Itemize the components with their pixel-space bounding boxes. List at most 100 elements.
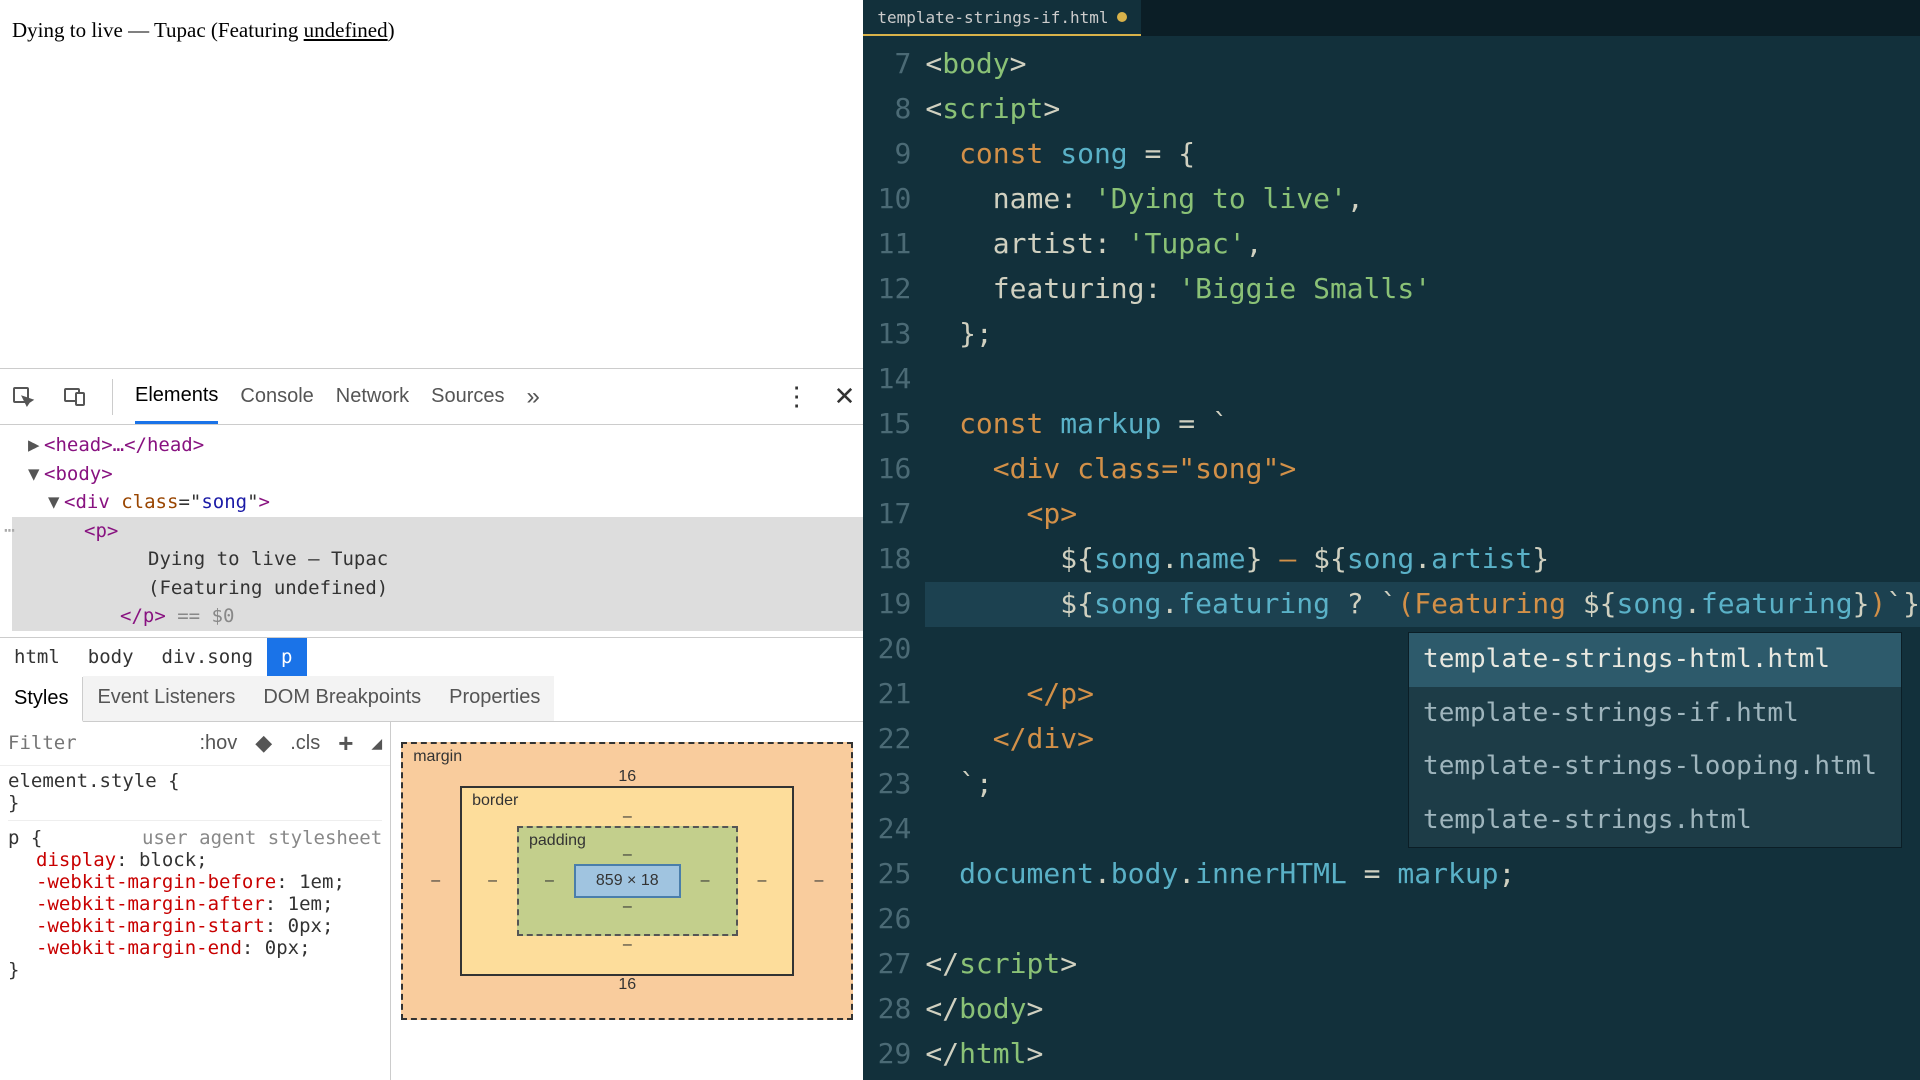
code-line[interactable]: </html> — [925, 1032, 1920, 1077]
editor-body[interactable]: 7891011121314151617181920212223242526272… — [863, 36, 1920, 1080]
editor-tabs: template-strings-if.html — [863, 0, 1920, 36]
code-line[interactable]: name: 'Dying to live', — [925, 177, 1920, 222]
code-line[interactable]: <script> — [925, 87, 1920, 132]
css-declaration[interactable]: -webkit-margin-end: 0px; — [8, 937, 382, 959]
stab-styles[interactable]: Styles — [0, 677, 83, 722]
breadcrumb: html body div.song p — [0, 637, 863, 676]
line-number: 7 — [863, 42, 911, 87]
line-number: 26 — [863, 897, 911, 942]
line-number: 25 — [863, 852, 911, 897]
code-line[interactable]: ${song.name} — ${song.artist} — [925, 537, 1920, 582]
css-declaration[interactable]: -webkit-margin-after: 1em; — [8, 893, 382, 915]
line-number: 11 — [863, 222, 911, 267]
line-number: 27 — [863, 942, 911, 987]
more-tabs-icon[interactable]: » — [527, 383, 540, 411]
code-line[interactable]: document.body.innerHTML = markup; — [925, 852, 1920, 897]
devtools-panel: Elements Console Network Sources » ⋮ ✕ ▶… — [0, 368, 863, 1080]
autocomplete-popup[interactable]: template-strings-html.htmltemplate-strin… — [1408, 632, 1902, 848]
line-number: 28 — [863, 987, 911, 1032]
tab-sources[interactable]: Sources — [431, 371, 504, 422]
autocomplete-item[interactable]: template-strings-if.html — [1409, 687, 1901, 741]
stab-event-listeners[interactable]: Event Listeners — [83, 676, 249, 721]
hov-toggle[interactable]: :hov — [199, 732, 237, 755]
toolbar-divider — [112, 379, 113, 415]
page-text-before: Dying to live — Tupac (Featuring — [12, 18, 304, 42]
line-gutter: 7891011121314151617181920212223242526272… — [863, 42, 925, 1080]
crumb-div[interactable]: div.song — [148, 638, 268, 676]
line-number: 10 — [863, 177, 911, 222]
line-number: 21 — [863, 672, 911, 717]
tree-body[interactable]: <body> — [44, 463, 113, 485]
line-number: 16 — [863, 447, 911, 492]
code-line[interactable]: <div class="song"> — [925, 447, 1920, 492]
line-number: 12 — [863, 267, 911, 312]
styles-filter-row: :hov ◆ .cls + ◢ — [0, 722, 390, 766]
css-declaration[interactable]: -webkit-margin-before: 1em; — [8, 871, 382, 893]
code-line[interactable]: <p> — [925, 492, 1920, 537]
tree-selected-p[interactable]: ⋯ <p> Dying to live — Tupac (Featuring u… — [12, 517, 863, 631]
code-editor: template-strings-if.html 789101112131415… — [863, 0, 1920, 1080]
line-number: 19 — [863, 582, 911, 627]
box-model-content: 859 × 18 — [574, 864, 681, 898]
tab-console[interactable]: Console — [240, 371, 313, 422]
code-line[interactable]: <body> — [925, 42, 1920, 87]
rendered-page: Dying to live — Tupac (Featuring undefin… — [0, 0, 863, 368]
stab-dom-breakpoints[interactable]: DOM Breakpoints — [249, 676, 435, 721]
code-line[interactable]: featuring: 'Biggie Smalls' — [925, 267, 1920, 312]
line-number: 8 — [863, 87, 911, 132]
code-line[interactable]: artist: 'Tupac', — [925, 222, 1920, 267]
autocomplete-item[interactable]: template-strings-looping.html — [1409, 740, 1901, 794]
code-line[interactable] — [925, 897, 1920, 942]
tab-network[interactable]: Network — [336, 371, 409, 422]
code-line[interactable]: const song = { — [925, 132, 1920, 177]
line-number: 17 — [863, 492, 911, 537]
css-declaration[interactable]: display: block; — [8, 849, 382, 871]
line-number: 9 — [863, 132, 911, 177]
styles-rules[interactable]: element.style { } user agent stylesheet … — [0, 766, 390, 985]
editor-tab-name: template-strings-if.html — [877, 8, 1108, 27]
styles-filter-input[interactable] — [8, 732, 128, 754]
code-area[interactable]: <body><script> const song = { name: 'Dyi… — [925, 42, 1920, 1080]
css-declaration[interactable]: -webkit-margin-start: 0px; — [8, 915, 382, 937]
line-number: 29 — [863, 1032, 911, 1077]
tree-overflow-dots: ⋯ — [4, 517, 15, 544]
styles-tabs: Styles Event Listeners DOM Breakpoints P… — [0, 676, 863, 722]
devtools-toolbar: Elements Console Network Sources » ⋮ ✕ — [0, 369, 863, 425]
close-devtools-icon[interactable]: ✕ — [834, 381, 856, 412]
browser-and-devtools: Dying to live — Tupac (Featuring undefin… — [0, 0, 863, 1080]
code-line[interactable]: </body> — [925, 987, 1920, 1032]
line-number: 22 — [863, 717, 911, 762]
page-text-after: ) — [388, 18, 395, 42]
cls-toggle[interactable]: .cls — [290, 732, 320, 755]
line-number: 15 — [863, 402, 911, 447]
page-undefined: undefined — [304, 18, 388, 42]
code-line[interactable]: </script> — [925, 942, 1920, 987]
line-number: 13 — [863, 312, 911, 357]
unsaved-dot-icon — [1117, 12, 1127, 22]
line-number: 24 — [863, 807, 911, 852]
device-toggle-icon[interactable] — [60, 382, 90, 412]
autocomplete-item[interactable]: template-strings.html — [1409, 794, 1901, 848]
inspect-icon[interactable] — [8, 382, 38, 412]
elements-tree[interactable]: ▶<head>…</head> ▼<body> ▼<div class="son… — [0, 425, 863, 637]
code-line[interactable]: }; — [925, 312, 1920, 357]
crumb-html[interactable]: html — [0, 638, 74, 676]
tab-elements[interactable]: Elements — [135, 370, 218, 424]
crumb-p[interactable]: p — [267, 638, 306, 676]
line-number: 14 — [863, 357, 911, 402]
styles-body: :hov ◆ .cls + ◢ element.style { } user a… — [0, 722, 863, 1080]
box-model-diagram: margin 16 – border – – padding – — [391, 722, 863, 1080]
crumb-body[interactable]: body — [74, 638, 148, 676]
code-line[interactable]: ${song.featuring ? `(Featuring ${song.fe… — [925, 582, 1920, 627]
tree-head[interactable]: <head>…</head> — [44, 434, 204, 456]
diamond-icon[interactable]: ◆ — [255, 730, 272, 756]
line-number: 23 — [863, 762, 911, 807]
code-line[interactable] — [925, 357, 1920, 402]
add-rule-icon[interactable]: + — [338, 728, 353, 759]
corner-icon: ◢ — [371, 735, 382, 752]
code-line[interactable]: const markup = ` — [925, 402, 1920, 447]
stab-properties[interactable]: Properties — [435, 676, 554, 721]
kebab-menu-icon[interactable]: ⋮ — [784, 381, 810, 412]
editor-tab-active[interactable]: template-strings-if.html — [863, 0, 1140, 36]
autocomplete-item[interactable]: template-strings-html.html — [1409, 633, 1901, 687]
